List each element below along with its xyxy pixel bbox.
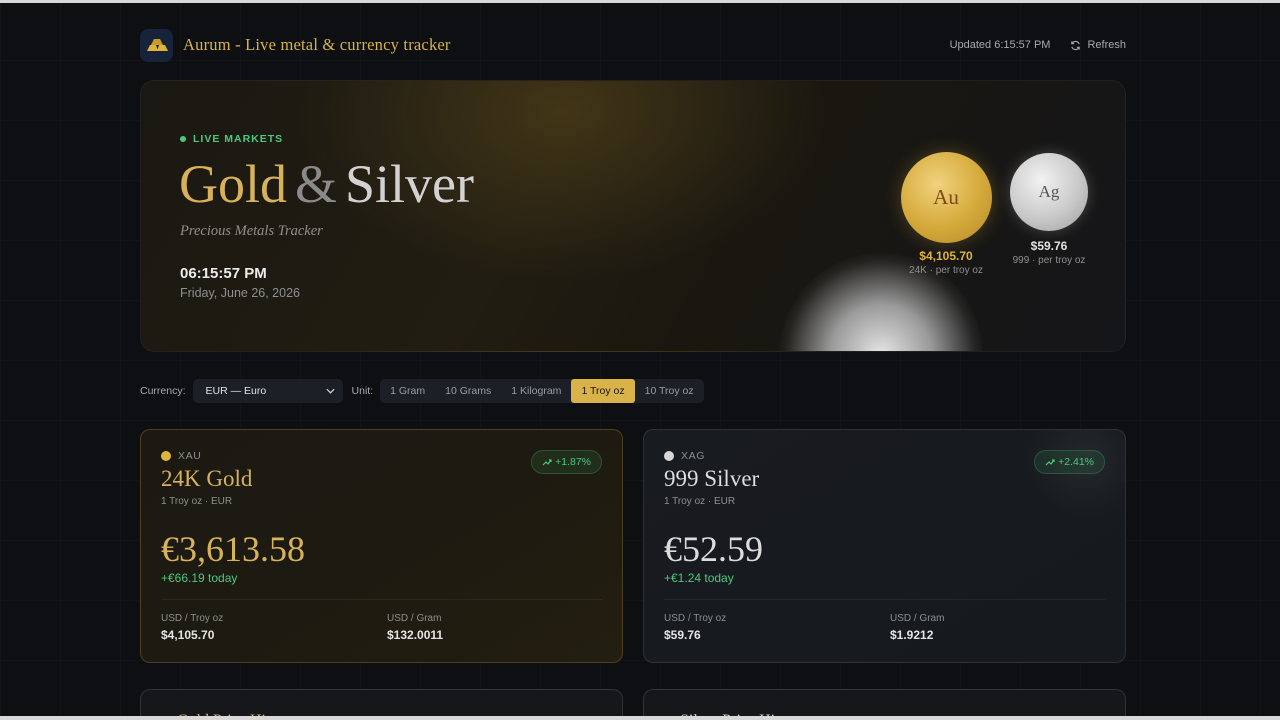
gold-change-badge: +1.87% (531, 450, 602, 474)
live-dot-icon (180, 136, 186, 142)
unit-option-10-grams[interactable]: 10 Grams (435, 379, 501, 403)
live-markets-label: LIVE MARKETS (193, 133, 284, 145)
controls-bar: Currency: EUR — Euro Unit: 1 Gram 10 Gra… (140, 379, 704, 403)
current-date: Friday, June 26, 2026 (180, 286, 300, 300)
gold-price: €3,613.58 (161, 529, 305, 569)
silver-card-meta: 1 Troy oz · EUR (664, 496, 736, 507)
chevron-down-icon (325, 388, 335, 394)
trend-up-icon (1045, 458, 1055, 465)
window-top-border (0, 0, 1280, 3)
stat-label: USD / Gram (387, 613, 442, 624)
stat-label: USD / Gram (890, 613, 945, 624)
gold-stat-usd-troy-oz: USD / Troy oz $4,105.70 (161, 613, 223, 642)
unit-option-1-kilogram[interactable]: 1 Kilogram (501, 379, 571, 403)
card-divider (161, 599, 602, 600)
live-clock: 06:15:57 PM (180, 265, 267, 282)
stat-label: USD / Troy oz (161, 613, 224, 624)
card-divider (664, 599, 1105, 600)
currency-select[interactable]: EUR — Euro (192, 379, 343, 403)
live-markets-badge: LIVE MARKETS (180, 133, 283, 145)
trend-up-icon (542, 458, 552, 465)
silver-symbol: XAG (664, 450, 705, 462)
refresh-button[interactable]: Refresh (1070, 39, 1126, 51)
gold-coin-icon: Au (900, 152, 992, 243)
hero-title-amp: & (295, 154, 338, 214)
last-updated-text: Updated 6:15:57 PM (949, 39, 1051, 51)
stat-label: USD / Troy oz (664, 613, 727, 624)
unit-option-1-troy-oz[interactable]: 1 Troy oz (571, 379, 635, 403)
silver-price-card: XAG 999 Silver 1 Troy oz · EUR +2.41% €5… (643, 429, 1126, 663)
gold-coin-summary: Au $4,105.70 24K · per troy oz (886, 152, 1006, 276)
gold-price-card: XAU 24K Gold 1 Troy oz · EUR +1.87% €3,6… (140, 429, 623, 663)
hero-title-gold: Gold (179, 154, 287, 214)
unit-label: Unit: (351, 385, 374, 397)
app-header: Aurum - Live metal & currency tracker Up… (140, 28, 1126, 62)
gold-card-name: 24K Gold (161, 466, 253, 491)
silver-coin-price: $59.76 (1030, 239, 1068, 253)
currency-label: Currency: (140, 385, 186, 397)
stat-value: $132.0011 (387, 628, 444, 642)
gold-bars-logo-icon (140, 28, 173, 62)
silver-stat-usd-gram: USD / Gram $1.9212 (890, 613, 944, 642)
currency-value: EUR — Euro (205, 385, 267, 397)
gold-symbol: XAU (161, 450, 201, 462)
unit-selector: 1 Gram 10 Grams 1 Kilogram 1 Troy oz 10 … (380, 379, 704, 403)
gold-change-percent: +1.87% (555, 456, 591, 468)
gold-change-today: +€66.19 today (161, 571, 238, 585)
hero-title: Gold & Silver (179, 151, 474, 217)
gold-coin-note: 24K · per troy oz (909, 265, 983, 276)
silver-card-name: 999 Silver (664, 466, 760, 491)
silver-coin-note: 999 · per troy oz (1012, 255, 1086, 266)
hero-subtitle: Precious Metals Tracker (180, 223, 323, 239)
refresh-label: Refresh (1087, 39, 1126, 51)
hero-title-silver: Silver (345, 154, 475, 214)
unit-option-10-troy-oz[interactable]: 10 Troy oz (635, 379, 704, 403)
silver-dot-icon (664, 451, 674, 461)
stat-value: $59.76 (664, 628, 701, 642)
silver-symbol-text: XAG (681, 450, 705, 462)
hero-banner: LIVE MARKETS Gold & Silver Precious Metals… (140, 80, 1126, 352)
window-bottom-border (0, 716, 1280, 720)
refresh-icon (1071, 40, 1081, 50)
gold-coin-price: $4,105.70 (919, 249, 973, 263)
silver-change-badge: +2.41% (1034, 450, 1105, 474)
silver-change-today: +€1.24 today (664, 571, 734, 585)
stat-value: $1.9212 (890, 628, 934, 642)
unit-option-1-gram[interactable]: 1 Gram (380, 379, 435, 403)
gold-card-meta: 1 Troy oz · EUR (161, 496, 233, 507)
silver-price: €52.59 (664, 529, 763, 569)
app-title: Aurum - Live metal & currency tracker (183, 35, 451, 54)
stat-value: $4,105.70 (161, 628, 215, 642)
silver-change-percent: +2.41% (1058, 456, 1094, 468)
silver-orb-decoration (1025, 430, 1125, 520)
silver-coin-summary: Ag $59.76 999 · per troy oz (991, 153, 1107, 266)
gold-symbol-text: XAU (178, 450, 202, 462)
gold-stat-usd-gram: USD / Gram $132.0011 (387, 613, 443, 642)
gold-dot-icon (161, 451, 171, 461)
silver-stat-usd-troy-oz: USD / Troy oz $59.76 (664, 613, 726, 642)
silver-coin-icon: Ag (1010, 153, 1088, 231)
